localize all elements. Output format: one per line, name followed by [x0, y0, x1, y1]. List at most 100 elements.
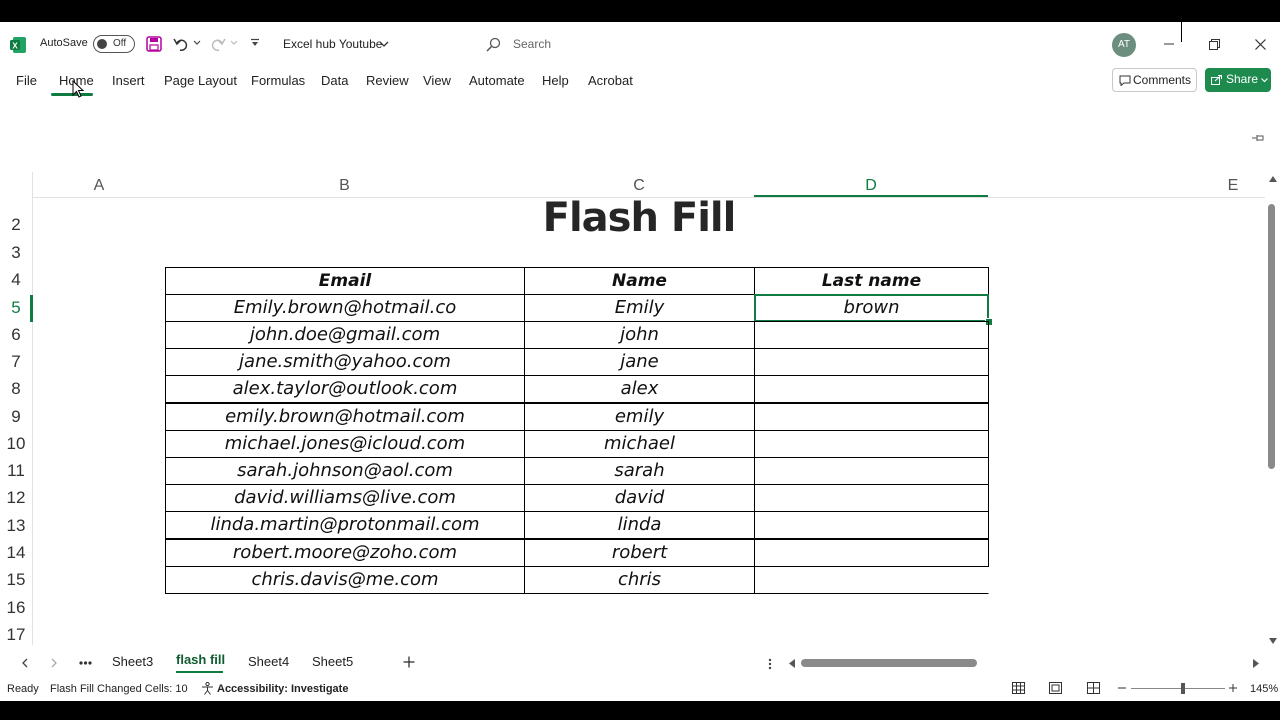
last-name-cell[interactable] — [754, 403, 989, 431]
name-cell[interactable]: david — [524, 484, 755, 512]
name-cell[interactable]: robert — [524, 539, 755, 567]
column-header-d[interactable]: D — [754, 177, 988, 195]
share-button[interactable]: Share — [1205, 68, 1271, 92]
email-cell[interactable]: jane.smith@yahoo.com — [165, 348, 525, 376]
column-header-c[interactable]: C — [524, 177, 754, 195]
menu-page-layout[interactable]: Page Layout — [164, 73, 237, 88]
name-cell[interactable]: alex — [524, 375, 755, 403]
menu-view[interactable]: View — [423, 73, 451, 88]
email-cell[interactable]: Emily.brown@hotmail.co — [165, 294, 525, 322]
column-header-b[interactable]: B — [165, 177, 524, 195]
zoom-slider-track[interactable] — [1131, 688, 1225, 689]
customize-toolbar-icon[interactable] — [250, 38, 260, 48]
column-header-e[interactable]: E — [1223, 177, 1243, 195]
zoom-out-icon[interactable] — [1118, 687, 1126, 689]
row-header-3[interactable]: 3 — [0, 243, 32, 263]
scroll-up-icon[interactable] — [1269, 176, 1277, 182]
name-cell[interactable]: sarah — [524, 457, 755, 485]
row-header-10[interactable]: 10 — [0, 434, 32, 454]
email-cell[interactable]: david.williams@live.com — [165, 484, 525, 512]
name-cell[interactable]: michael — [524, 430, 755, 458]
menu-insert[interactable]: Insert — [112, 73, 145, 88]
status-accessibility[interactable]: Accessibility: Investigate — [217, 683, 348, 695]
sheet-tab-sheet3[interactable]: Sheet3 — [112, 654, 153, 669]
normal-view-icon[interactable] — [1012, 682, 1025, 694]
row-header-2[interactable]: 2 — [0, 215, 32, 235]
tab-scroll-left-icon[interactable] — [21, 658, 28, 668]
search-box[interactable]: Search — [476, 30, 818, 59]
page-layout-view-icon[interactable] — [1049, 682, 1062, 694]
file-name[interactable]: Excel hub Youtube — [283, 37, 382, 51]
hscroll-left-icon[interactable] — [789, 659, 795, 668]
undo-dropdown-icon[interactable] — [193, 40, 201, 46]
pin-ribbon-icon[interactable] — [1251, 133, 1265, 143]
scroll-down-icon[interactable] — [1269, 638, 1277, 644]
comments-button[interactable]: Comments — [1112, 68, 1197, 92]
menu-file[interactable]: File — [16, 73, 37, 88]
last-name-cell[interactable] — [754, 375, 989, 403]
header-email[interactable]: Email — [165, 267, 525, 295]
zoom-in-icon[interactable] — [1229, 684, 1237, 692]
email-cell[interactable]: john.doe@gmail.com — [165, 321, 525, 349]
last-name-cell[interactable] — [754, 511, 989, 539]
email-cell[interactable]: chris.davis@me.com — [165, 566, 525, 594]
menu-data[interactable]: Data — [321, 73, 348, 88]
last-name-cell[interactable] — [754, 484, 989, 512]
row-header-9[interactable]: 9 — [0, 407, 32, 427]
row-header-15[interactable]: 15 — [0, 570, 32, 590]
row-header-5[interactable]: 5 — [0, 298, 32, 318]
tab-splitter-icon[interactable] — [768, 658, 772, 670]
column-header-a[interactable]: A — [33, 177, 165, 195]
name-cell[interactable]: john — [524, 321, 755, 349]
email-cell[interactable]: robert.moore@zoho.com — [165, 539, 525, 567]
email-cell[interactable]: michael.jones@icloud.com — [165, 430, 525, 458]
name-cell[interactable]: emily — [524, 403, 755, 431]
name-cell[interactable]: Emily — [524, 294, 755, 322]
name-cell[interactable]: chris — [524, 566, 755, 594]
sheet-title[interactable]: Flash Fill — [524, 195, 754, 241]
zoom-slider-thumb[interactable] — [1181, 683, 1185, 694]
user-avatar[interactable]: AT — [1112, 33, 1136, 57]
last-name-cell[interactable] — [754, 539, 989, 567]
sheet-tab-sheet5[interactable]: Sheet5 — [312, 654, 353, 669]
email-cell[interactable]: emily.brown@hotmail.com — [165, 403, 525, 431]
name-cell[interactable]: jane — [524, 348, 755, 376]
menu-help[interactable]: Help — [542, 73, 569, 88]
vertical-scrollbar[interactable] — [1265, 172, 1280, 645]
name-cell[interactable]: linda — [524, 511, 755, 539]
close-icon[interactable] — [1255, 39, 1266, 50]
last-name-cell[interactable] — [754, 348, 989, 376]
add-sheet-icon[interactable] — [403, 656, 415, 668]
row-header-16[interactable]: 16 — [0, 598, 32, 618]
menu-review[interactable]: Review — [366, 73, 409, 88]
restore-icon[interactable] — [1209, 39, 1220, 50]
minimize-icon[interactable] — [1164, 42, 1174, 46]
menu-acrobat[interactable]: Acrobat — [588, 73, 633, 88]
row-header-4[interactable]: 4 — [0, 270, 32, 290]
row-header-6[interactable]: 6 — [0, 325, 32, 345]
row-header-14[interactable]: 14 — [0, 543, 32, 563]
last-name-cell[interactable] — [754, 321, 989, 349]
filename-chevron-icon[interactable] — [379, 41, 389, 47]
row-header-11[interactable]: 11 — [0, 461, 32, 481]
menu-automate[interactable]: Automate — [469, 73, 525, 88]
email-cell[interactable]: sarah.johnson@aol.com — [165, 457, 525, 485]
header-last-name[interactable]: Last name — [754, 267, 989, 295]
row-header-17[interactable]: 17 — [0, 625, 32, 645]
more-sheets-icon[interactable] — [79, 661, 92, 665]
sheet-tab-sheet4[interactable]: Sheet4 — [248, 654, 289, 669]
sheet-tab-flash-fill[interactable]: flash fill — [176, 652, 225, 667]
last-name-cell[interactable] — [754, 457, 989, 485]
last-name-cell[interactable] — [754, 566, 989, 594]
header-name[interactable]: Name — [524, 267, 755, 295]
last-name-cell-selected[interactable]: brown — [754, 294, 989, 322]
undo-icon[interactable] — [173, 36, 189, 52]
horizontal-scroll-thumb[interactable] — [801, 659, 977, 667]
vertical-scroll-thumb[interactable] — [1268, 204, 1275, 469]
save-icon[interactable] — [146, 36, 162, 52]
last-name-cell[interactable] — [754, 430, 989, 458]
zoom-level[interactable]: 145% — [1250, 683, 1278, 695]
page-break-view-icon[interactable] — [1087, 682, 1100, 694]
row-header-8[interactable]: 8 — [0, 379, 32, 399]
email-cell[interactable]: linda.martin@protonmail.com — [165, 511, 525, 539]
